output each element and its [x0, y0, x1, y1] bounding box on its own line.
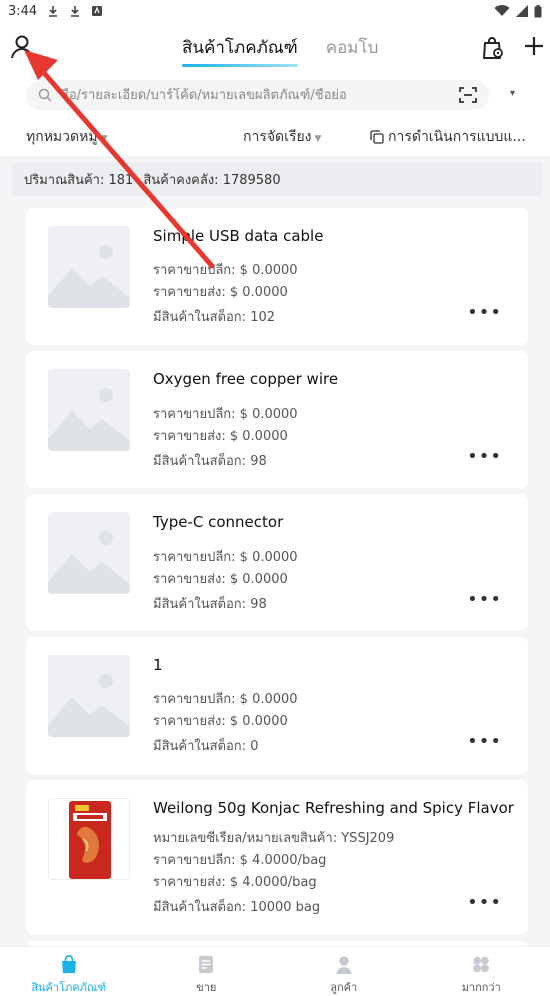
bag-icon — [61, 955, 76, 974]
batch-operation-label: การดำเนินการแบบแ... — [388, 129, 526, 145]
battery-icon — [534, 4, 542, 17]
product-name: 1 — [153, 656, 163, 674]
more-options-icon[interactable]: ••• — [467, 302, 502, 323]
product-card[interactable]: Weilong 50g Konjac Refreshing and Spicy … — [26, 780, 528, 935]
caret-down-icon: ▼ — [314, 134, 322, 144]
header-tabs: สินค้าโภคภัณฑ์ คอมโบ — [182, 34, 378, 67]
wholesale-price: ราคาขายส่ง: $ 0.0000 — [153, 429, 288, 444]
top-header: สินค้าโภคภัณฑ์ คอมโบ — [0, 22, 550, 74]
product-list: Simple USB data cable ราคาขายปลีก: $ 0.0… — [26, 208, 528, 987]
status-time: 3:44 — [8, 3, 38, 19]
product-name: Oxygen free copper wire — [153, 370, 339, 388]
more-options-icon[interactable]: ••• — [467, 446, 502, 467]
caret-down-icon: ▼ — [100, 134, 108, 144]
batch-operation-button[interactable]: การดำเนินการแบบแ... — [370, 126, 535, 148]
tab-bottom-label: มากกว่า — [461, 981, 501, 994]
product-card[interactable]: Type-C connector ราคาขายปลีก: $ 0.0000 ร… — [26, 494, 528, 631]
filter-row: ทุกหมวดหมู่ ▼ การจัดเรียง ▼ การดำเนินการแบ… — [0, 116, 550, 156]
bottom-tab-bar: สินค้าโภคภัณฑ์ ขาย ลูกค้า มากกว่า — [0, 946, 550, 996]
product-name: Simple USB data cable — [153, 227, 324, 245]
search-icon — [38, 88, 52, 102]
image-placeholder-icon — [48, 655, 130, 737]
signal-icon — [516, 5, 528, 17]
stock-quantity: มีสินค้าในสต็อก: 10000 bag — [153, 900, 321, 915]
more-options-icon[interactable]: ••• — [467, 731, 502, 752]
category-dropdown[interactable]: ทุกหมวดหมู่ ▼ — [26, 126, 108, 148]
tab-combo[interactable]: คอมโบ — [326, 34, 379, 67]
product-card[interactable]: 1 ราคาขายปลีก: $ 0.0000 ราคาขายส่ง: $ 0.… — [26, 637, 528, 774]
product-card[interactable]: Oxygen free copper wire ราคาขายปลีก: $ 0… — [26, 351, 528, 488]
product-card[interactable]: Simple USB data cable ราคาขายปลีก: $ 0.0… — [26, 208, 528, 345]
tab-bottom-label: สินค้าโภคภัณฑ์ — [31, 981, 107, 994]
more-options-icon[interactable]: ••• — [467, 892, 502, 913]
product-image — [48, 798, 130, 880]
tab-bottom-more[interactable]: มากกว่า — [413, 947, 550, 996]
category-label: ทุกหมวดหมู่ — [26, 129, 98, 145]
person-icon — [335, 956, 352, 974]
tab-bottom-commodities[interactable]: สินค้าโภคภัณฑ์ — [0, 947, 138, 996]
copy-icon — [370, 130, 384, 144]
image-placeholder-icon — [48, 226, 130, 308]
tab-bottom-sales[interactable]: ขาย — [138, 947, 276, 996]
stock-quantity: มีสินค้าในสต็อก: 0 — [153, 739, 259, 754]
serial-number: หมายเลขซีเรียล/หมายเลขสินค้า: YSSJ209 — [153, 831, 395, 846]
add-icon[interactable] — [522, 34, 546, 58]
search-row: ▾ — [0, 74, 550, 116]
image-placeholder-icon — [48, 369, 130, 451]
download-icon — [49, 6, 58, 17]
sort-dropdown[interactable]: การจัดเรียง ▼ — [243, 126, 321, 148]
download-icon — [71, 6, 80, 17]
retail-price: ราคาขายปลีก: $ 0.0000 — [153, 550, 298, 565]
tab-bottom-customers[interactable]: ลูกค้า — [275, 947, 413, 996]
tab-commodities[interactable]: สินค้าโภคภัณฑ์ — [182, 34, 298, 67]
filter-toggle[interactable]: ▾ — [510, 88, 515, 99]
search-input[interactable] — [60, 87, 420, 103]
wifi-icon — [494, 5, 510, 17]
wholesale-price: ราคาขายส่ง: $ 0.0000 — [153, 714, 288, 729]
wholesale-price: ราคาขายส่ง: $ 0.0000 — [153, 285, 288, 300]
status-bar: 3:44 — [0, 0, 550, 22]
product-name: Type-C connector — [153, 513, 284, 531]
user-icon[interactable] — [10, 34, 34, 62]
image-placeholder-icon — [48, 512, 130, 594]
retail-price: ราคาขายปลีก: $ 0.0000 — [153, 263, 298, 278]
retail-price: ราคาขายปลีก: $ 4.0000/bag — [153, 853, 327, 868]
app-notification-icon — [92, 6, 103, 16]
tab-bottom-label: ขาย — [196, 981, 217, 994]
retail-price: ราคาขายปลีก: $ 0.0000 — [153, 407, 298, 422]
wholesale-price: ราคาขายส่ง: $ 4.0000/bag — [153, 875, 317, 890]
stock-quantity: มีสินค้าในสต็อก: 102 — [153, 310, 276, 325]
product-quantity: ปริมาณสินค้า: 181 — [24, 172, 134, 188]
grid-icon — [473, 956, 490, 973]
stock-quantity: มีสินค้าในสต็อก: 98 — [153, 597, 267, 612]
wholesale-price: ราคาขายส่ง: $ 0.0000 — [153, 572, 288, 587]
retail-price: ราคาขายปลีก: $ 0.0000 — [153, 692, 298, 707]
summary-bar: ปริมาณสินค้า: 181 สินค้าคงคลัง: 1789580 — [12, 162, 542, 196]
scan-icon[interactable] — [459, 86, 477, 104]
shopping-bag-settings-icon[interactable] — [482, 36, 504, 60]
more-options-icon[interactable]: ••• — [467, 589, 502, 610]
search-bar — [26, 80, 489, 110]
document-icon — [199, 955, 214, 974]
sort-label: การจัดเรียง — [243, 129, 312, 145]
stock-quantity: มีสินค้าในสต็อก: 98 — [153, 454, 267, 469]
tab-bottom-label: ลูกค้า — [330, 981, 358, 994]
product-name: Weilong 50g Konjac Refreshing and Spicy … — [153, 799, 514, 817]
inventory-total: สินค้าคงคลัง: 1789580 — [143, 172, 281, 188]
